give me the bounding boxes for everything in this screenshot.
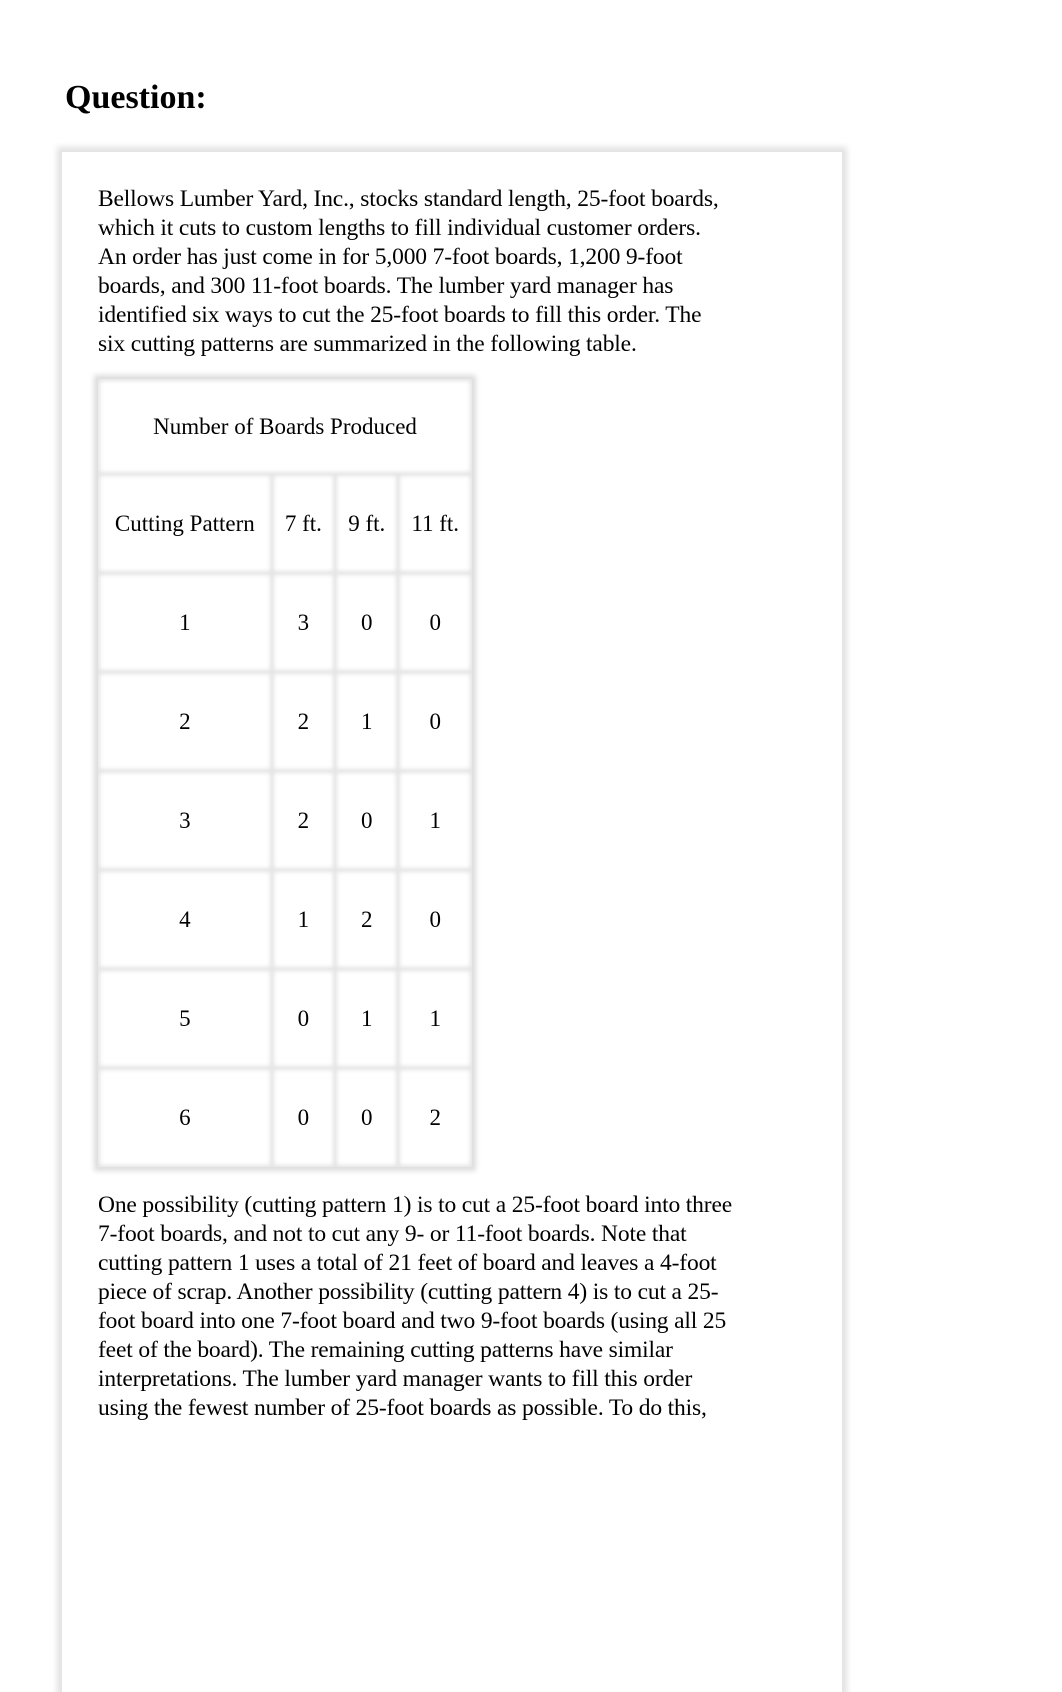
cell-7ft: 1 <box>272 870 335 969</box>
cell-7ft: 0 <box>272 1068 335 1167</box>
cutting-patterns-table: Number of Boards Produced Cutting Patter… <box>98 379 472 1167</box>
cell-pattern: 1 <box>98 573 272 672</box>
intro-line: six cutting patterns are summarized in t… <box>98 331 637 357</box>
cell-11ft: 2 <box>398 1068 472 1167</box>
intro-line: identified six ways to cut the 25-foot b… <box>98 302 702 328</box>
followup-line: interpretations. The lumber yard manager… <box>98 1366 693 1392</box>
cell-7ft: 2 <box>272 672 335 771</box>
followup-line: cutting pattern 1 uses a total of 21 fee… <box>98 1250 717 1276</box>
followup-line: One possibility (cutting pattern 1) is t… <box>98 1192 733 1218</box>
cell-9ft: 1 <box>335 969 398 1068</box>
cell-9ft: 0 <box>335 771 398 870</box>
followup-line: foot board into one 7-foot board and two… <box>98 1308 727 1334</box>
table-title: Number of Boards Produced <box>98 379 472 474</box>
question-body: Bellows Lumber Yard, Inc., stocks standa… <box>98 185 798 1423</box>
cell-pattern: 6 <box>98 1068 272 1167</box>
header-7ft: 7 ft. <box>272 474 335 573</box>
cell-9ft: 0 <box>335 573 398 672</box>
cell-11ft: 0 <box>398 870 472 969</box>
intro-line: An order has just come in for 5,000 7-fo… <box>98 244 683 270</box>
cell-11ft: 1 <box>398 969 472 1068</box>
cell-pattern: 2 <box>98 672 272 771</box>
cell-9ft: 2 <box>335 870 398 969</box>
table-header-row: Cutting Pattern 7 ft. 9 ft. 11 ft. <box>98 474 472 573</box>
cell-9ft: 1 <box>335 672 398 771</box>
cutting-patterns-table-wrapper: Number of Boards Produced Cutting Patter… <box>98 379 472 1167</box>
followup-line: feet of the board). The remaining cuttin… <box>98 1337 673 1363</box>
intro-paragraph: Bellows Lumber Yard, Inc., stocks standa… <box>98 185 798 359</box>
followup-line: using the fewest number of 25-foot board… <box>98 1395 707 1421</box>
cell-pattern: 3 <box>98 771 272 870</box>
cell-11ft: 0 <box>398 573 472 672</box>
table-row: 6 0 0 2 <box>98 1068 472 1167</box>
table-row: 5 0 1 1 <box>98 969 472 1068</box>
table-row: 3 2 0 1 <box>98 771 472 870</box>
cell-pattern: 5 <box>98 969 272 1068</box>
header-11ft: 11 ft. <box>398 474 472 573</box>
cell-11ft: 0 <box>398 672 472 771</box>
followup-line: 7-foot boards, and not to cut any 9- or … <box>98 1221 687 1247</box>
table-row: 2 2 1 0 <box>98 672 472 771</box>
followup-paragraph: One possibility (cutting pattern 1) is t… <box>98 1191 798 1423</box>
table-row: 4 1 2 0 <box>98 870 472 969</box>
intro-line: Bellows Lumber Yard, Inc., stocks standa… <box>98 186 719 212</box>
header-cutting-pattern: Cutting Pattern <box>98 474 272 573</box>
cell-7ft: 3 <box>272 573 335 672</box>
intro-line: boards, and 300 11-foot boards. The lumb… <box>98 273 674 299</box>
header-9ft: 9 ft. <box>335 474 398 573</box>
cell-7ft: 2 <box>272 771 335 870</box>
cell-9ft: 0 <box>335 1068 398 1167</box>
followup-line: piece of scrap. Another possibility (cut… <box>98 1279 719 1305</box>
question-heading: Question: <box>65 79 207 116</box>
table-row: 1 3 0 0 <box>98 573 472 672</box>
question-card: Bellows Lumber Yard, Inc., stocks standa… <box>62 152 842 1692</box>
cell-7ft: 0 <box>272 969 335 1068</box>
intro-line: which it cuts to custom lengths to fill … <box>98 215 701 241</box>
cell-pattern: 4 <box>98 870 272 969</box>
cell-11ft: 1 <box>398 771 472 870</box>
table-title-row: Number of Boards Produced <box>98 379 472 474</box>
